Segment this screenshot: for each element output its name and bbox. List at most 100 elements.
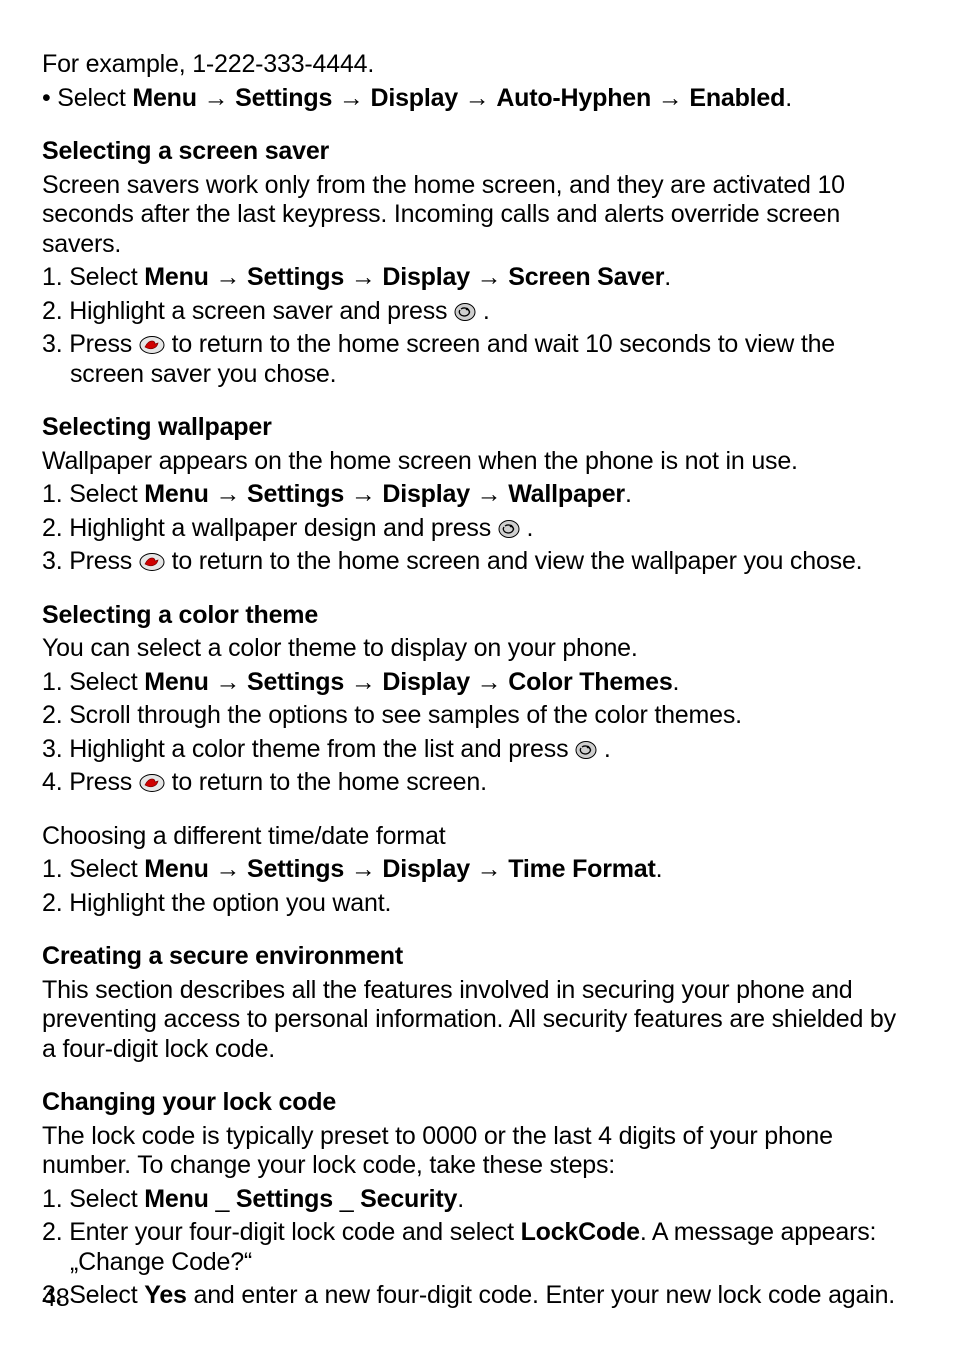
page-number: 48 (42, 1284, 69, 1314)
colortheme-s2: 2. Scroll through the options to see sam… (42, 701, 912, 731)
wp-s2a: 2. Highlight a wallpaper design and pres… (42, 514, 498, 542)
colortheme-body: You can select a color theme to display … (42, 634, 912, 664)
manual-page: For example, 1-222-333-4444. • Select Me… (0, 0, 954, 1345)
intro-display: Display (370, 84, 458, 112)
lc-yes: Yes (144, 1281, 187, 1309)
lockcode-s2: 2. Enter your four-digit lock code and s… (42, 1218, 912, 1277)
lc-sep2: _ (333, 1185, 360, 1213)
intro-bullet-prefix: • Select (42, 84, 132, 112)
td-menu: Menu (144, 855, 208, 883)
wp-display: Display (382, 480, 470, 508)
wp-s3b: to return to the home screen and view th… (165, 547, 863, 575)
colortheme-s1: 1. Select Menu → Settings → Display → Co… (42, 668, 912, 698)
wallpaper-s1: 1. Select Menu → Settings → Display → Wa… (42, 480, 912, 510)
lc-lockcode: LockCode (521, 1218, 640, 1246)
td-timeformat: Time Format (508, 855, 655, 883)
period: . (625, 480, 632, 508)
lc-sep1: _ (209, 1185, 236, 1213)
ct-s3a: 3. Highlight a color theme from the list… (42, 735, 575, 763)
td-display: Display (382, 855, 470, 883)
screensaver-s2: 2. Highlight a screen saver and press . (42, 297, 912, 327)
ok-key-icon (575, 740, 597, 760)
arrow: → (215, 480, 240, 508)
wp-s1-prefix: 1. Select (42, 480, 144, 508)
intro-period: . (785, 84, 792, 112)
ct-s3b: . (597, 735, 611, 763)
heading-screensaver: Selecting a screen saver (42, 137, 912, 167)
screensaver-s1: 1. Select Menu → Settings → Display → Sc… (42, 263, 912, 293)
lc-menu: Menu (144, 1185, 208, 1213)
ss-menu: Menu (144, 263, 208, 291)
intro-line1: For example, 1-222-333-4444. (42, 50, 912, 80)
wp-s3a: 3. Press (42, 547, 139, 575)
wp-s2b: . (520, 514, 534, 542)
wallpaper-body: Wallpaper appears on the home screen whe… (42, 447, 912, 477)
wallpaper-s2: 2. Highlight a wallpaper design and pres… (42, 514, 912, 544)
arrow: → (351, 480, 376, 508)
ss-s2b: . (476, 297, 490, 325)
colortheme-s4: 4. Press to return to the home screen. (42, 768, 912, 798)
lockcode-body: The lock code is typically preset to 000… (42, 1122, 912, 1181)
ct-s4b: to return to the home screen. (165, 768, 487, 796)
ss-s3a: 3. Press (42, 330, 139, 358)
ok-key-icon (498, 519, 520, 539)
lockcode-s1: 1. Select Menu _ Settings _ Security. (42, 1185, 912, 1215)
heading-lockcode: Changing your lock code (42, 1088, 912, 1118)
wp-menu: Menu (144, 480, 208, 508)
intro-menu: Menu (132, 84, 196, 112)
lc-s3b: and enter a new four-digit code. Enter y… (187, 1281, 895, 1309)
timedate-s2: 2. Highlight the option you want. (42, 889, 912, 919)
intro-enabled: Enabled (689, 84, 785, 112)
arrow: → (215, 855, 240, 883)
arrow: → (351, 855, 376, 883)
secure-body: This section describes all the features … (42, 976, 912, 1065)
s1-prefix: 1. Select (42, 263, 144, 291)
arrow: → (477, 855, 502, 883)
period: . (457, 1185, 464, 1213)
arrow: → (477, 480, 502, 508)
ss-settings: Settings (247, 263, 344, 291)
intro-autohyphen: Auto-Hyphen (496, 84, 651, 112)
screensaver-body: Screen savers work only from the home sc… (42, 171, 912, 260)
heading-timedate: Choosing a different time/date format (42, 822, 912, 852)
timedate-s1: 1. Select Menu → Settings → Display → Ti… (42, 855, 912, 885)
period: . (656, 855, 663, 883)
wallpaper-s3: 3. Press to return to the home screen an… (42, 547, 912, 577)
screensaver-s3: 3. Press to return to the home screen an… (42, 330, 912, 389)
ct-colorthemes: Color Themes (508, 668, 672, 696)
td-s1-prefix: 1. Select (42, 855, 144, 883)
ss-display: Display (382, 263, 470, 291)
arrow: → (477, 668, 502, 696)
ct-display: Display (382, 668, 470, 696)
arrow: → (215, 668, 240, 696)
ss-s3b: to return to the home screen and wait 10… (70, 330, 835, 388)
ct-menu: Menu (144, 668, 208, 696)
heading-colortheme: Selecting a color theme (42, 601, 912, 631)
heading-wallpaper: Selecting wallpaper (42, 413, 912, 443)
ss-s2a: 2. Highlight a screen saver and press (42, 297, 454, 325)
end-key-icon (139, 335, 165, 355)
arrow: → (204, 84, 229, 112)
heading-secure: Creating a secure environment (42, 942, 912, 972)
wp-settings: Settings (247, 480, 344, 508)
ss-screensaver: Screen Saver (508, 263, 664, 291)
ct-settings: Settings (247, 668, 344, 696)
lc-s1-prefix: 1. Select (42, 1185, 144, 1213)
arrow: → (215, 263, 240, 291)
td-settings: Settings (247, 855, 344, 883)
ok-key-icon (454, 302, 476, 322)
lc-s2a: 2. Enter your four-digit lock code and s… (42, 1218, 521, 1246)
ct-s4a: 4. Press (42, 768, 139, 796)
lc-security: Security (360, 1185, 457, 1213)
arrow: → (465, 84, 490, 112)
lc-settings: Settings (236, 1185, 333, 1213)
period: . (664, 263, 671, 291)
intro-bullet: • Select Menu → Settings → Display → Aut… (42, 84, 912, 114)
end-key-icon (139, 552, 165, 572)
arrow: → (658, 84, 683, 112)
ct-s1-prefix: 1. Select (42, 668, 144, 696)
colortheme-s3: 3. Highlight a color theme from the list… (42, 735, 912, 765)
wp-wallpaper: Wallpaper (508, 480, 625, 508)
end-key-icon (139, 773, 165, 793)
arrow: → (351, 668, 376, 696)
